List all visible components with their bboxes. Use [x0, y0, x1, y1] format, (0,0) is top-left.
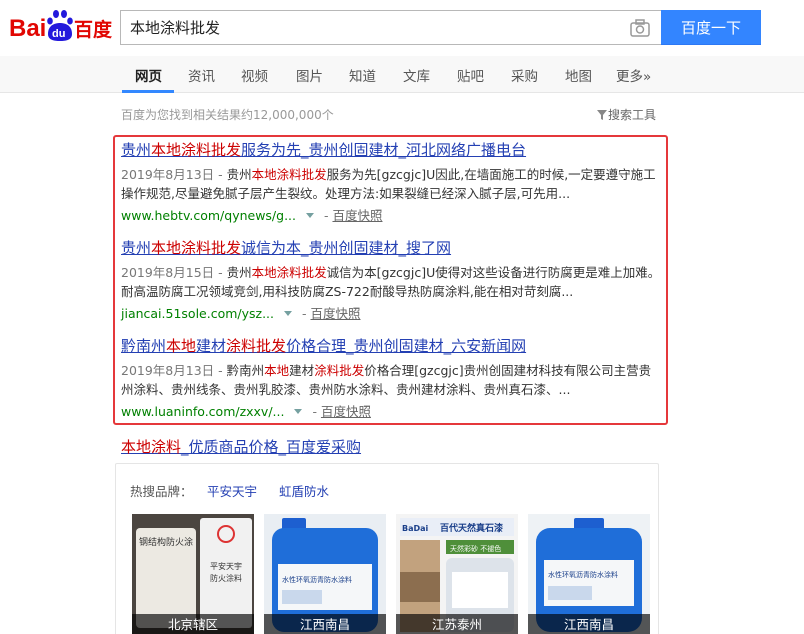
snapshot-link[interactable]: 百度快照 [332, 208, 382, 223]
chevron-down-icon[interactable] [306, 213, 314, 218]
logo-cn: 百度 [74, 18, 113, 41]
result-count: 百度为您找到相关结果约12,000,000个 [121, 108, 334, 122]
product-location: 北京辖区 [132, 614, 254, 634]
search-result: 黔南州本地建材涂料批发价格合理_贵州创固建材_六安新闻网 2019年8月13日 … [121, 336, 661, 421]
result-url[interactable]: www.hebtv.com/qynews/g... [121, 208, 296, 223]
search-tools-label: 搜索工具 [608, 108, 657, 122]
aicaigou-panel: 热搜品牌： 平安天宇 虹盾防水 钢结构防火涂 平安天宇 防火涂料 北京辖区 水性… [115, 463, 659, 634]
svg-text:水性环氧沥青防水涂料: 水性环氧沥青防水涂料 [548, 570, 618, 579]
tab-zhidao[interactable]: 知道 [349, 65, 376, 85]
search-tabs-nav: 网页 资讯 视频 图片 知道 文库 贴吧 采购 地图 更多» [0, 56, 804, 93]
brand-link[interactable]: 虹盾防水 [279, 481, 329, 500]
tab-wenku[interactable]: 文库 [403, 65, 430, 85]
svg-text:天然彩砂 不褪色: 天然彩砂 不褪色 [450, 544, 501, 553]
tab-purchase[interactable]: 采购 [511, 65, 538, 85]
product-card[interactable]: 水性环氧沥青防水涂料 江西南昌 [528, 514, 650, 634]
svg-text:百代天然真石漆: 百代天然真石漆 [440, 522, 503, 534]
result-url-row: www.luaninfo.com/zxxv/... - 百度快照 [121, 404, 371, 419]
tab-tieba[interactable]: 贴吧 [457, 65, 484, 85]
chevron-down-icon[interactable] [294, 409, 303, 414]
logo-du: du [52, 28, 65, 40]
tab-more[interactable]: 更多» [616, 65, 651, 85]
product-card[interactable]: 水性环氧沥青防水涂料 江西南昌 [264, 514, 386, 634]
result-url[interactable]: www.luaninfo.com/zxxv/... [121, 404, 284, 419]
result-title-link[interactable]: 贵州本地涂料批发服务为先_贵州创固建材_河北网络广播电台 [121, 140, 661, 162]
svg-text:钢结构防火涂: 钢结构防火涂 [139, 536, 193, 548]
snapshot-link[interactable]: 百度快照 [321, 404, 371, 419]
camera-icon[interactable] [630, 19, 650, 37]
result-title-link[interactable]: 黔南州本地建材涂料批发价格合理_贵州创固建材_六安新闻网 [121, 336, 661, 358]
search-button[interactable]: 百度一下 [661, 10, 761, 45]
search-input[interactable] [121, 11, 611, 44]
tab-images[interactable]: 图片 [296, 65, 323, 85]
search-box[interactable] [120, 10, 662, 45]
tab-webpage[interactable]: 网页 [135, 65, 162, 85]
search-tools-button[interactable]: 搜索工具 [597, 106, 656, 123]
product-location: 江苏泰州 [396, 614, 518, 634]
tab-video[interactable]: 视频 [241, 65, 268, 85]
result-url-row: www.hebtv.com/qynews/g... - 百度快照 [121, 208, 383, 223]
brand-link[interactable]: 平安天宇 [207, 481, 257, 500]
product-location: 江西南昌 [528, 614, 650, 634]
product-card[interactable]: BaDai 百代天然真石漆 天然彩砂 不褪色 江苏泰州 [396, 514, 518, 634]
tab-news[interactable]: 资讯 [188, 65, 215, 85]
filter-icon [597, 110, 607, 120]
search-result: 贵州本地涂料批发服务为先_贵州创固建材_河北网络广播电台 2019年8月13日 … [121, 140, 661, 225]
svg-text:水性环氧沥青防水涂料: 水性环氧沥青防水涂料 [282, 575, 352, 584]
result-url[interactable]: jiancai.51sole.com/ysz... [121, 306, 274, 321]
active-tab-indicator [122, 90, 174, 93]
tab-map[interactable]: 地图 [565, 65, 592, 85]
product-card[interactable]: 钢结构防火涂 平安天宇 防火涂料 北京辖区 [132, 514, 254, 634]
result-abstract: 2019年8月15日 - 贵州本地涂料批发诚信为本[gzcgjc]U使得对这些设… [121, 265, 661, 299]
result-title-link[interactable]: 贵州本地涂料批发诚信为本_贵州创固建材_搜了网 [121, 238, 661, 260]
result-url-row: jiancai.51sole.com/ysz... - 百度快照 [121, 306, 361, 321]
baidu-logo-mark: Bai du 百度 [9, 10, 113, 42]
baidu-logo[interactable]: Bai du 百度 [8, 8, 114, 44]
logo-bai: Bai [9, 15, 46, 42]
search-result: 贵州本地涂料批发诚信为本_贵州创固建材_搜了网 2019年8月15日 - 贵州本… [121, 238, 661, 323]
result-abstract: 2019年8月13日 - 贵州本地涂料批发服务为先[gzcgjc]U因此,在墙面… [121, 167, 656, 201]
snapshot-link[interactable]: 百度快照 [310, 306, 360, 321]
aicaigou-title-link[interactable]: 本地涂料_优质商品价格_百度爱采购 [121, 436, 361, 457]
svg-text:BaDai: BaDai [402, 524, 429, 533]
svg-text:平安天宇: 平安天宇 [210, 561, 242, 571]
header: Bai du 百度 百度一下 [0, 0, 804, 56]
result-abstract: 2019年8月13日 - 黔南州本地建材涂料批发价格合理[gzcgjc]贵州创固… [121, 363, 652, 397]
hot-brands-label: 热搜品牌： [130, 484, 193, 499]
svg-text:防火涂料: 防火涂料 [210, 573, 242, 583]
chevron-down-icon[interactable] [284, 311, 293, 316]
product-location: 江西南昌 [264, 614, 386, 634]
